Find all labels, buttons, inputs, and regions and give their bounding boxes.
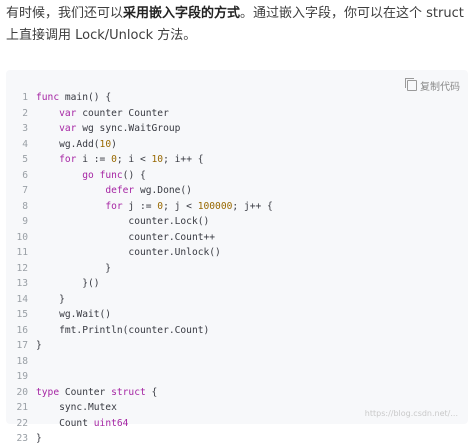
code-text: fmt.Println(counter.Count) (36, 324, 210, 336)
code-line: 4 wg.Add(10) (6, 137, 468, 153)
code-line: 14 } (6, 292, 468, 308)
line-number: 7 (22, 185, 28, 196)
code-line: 2 var counter Counter (6, 106, 468, 122)
line-number: 16 (16, 324, 28, 336)
code-line: 5 for i := 0; i < 10; i++ { (6, 152, 468, 168)
code-line: 23} (6, 431, 468, 447)
code-text: wg.Add(10) (36, 138, 117, 150)
code-line: 12 } (6, 261, 468, 277)
line-number: 4 (22, 138, 28, 150)
code-text: for i := 0; i < 10; i++ { (59, 154, 204, 165)
line-number: 11 (16, 247, 28, 258)
code-text: for j := 0; j < 100000; j++ { (105, 200, 273, 212)
line-number: 14 (16, 293, 28, 305)
intro-paragraph: 有时候，我们还可以采用嵌入字段的方式。通过嵌入字段，你可以在这个 struct … (6, 3, 468, 47)
code-text: } (36, 293, 65, 305)
code-line: 9 counter.Lock() (6, 214, 468, 230)
code-line: 11 counter.Unlock() (6, 245, 468, 261)
code-text: var wg sync.WaitGroup (59, 123, 181, 134)
line-number: 13 (16, 278, 28, 289)
line-number: 18 (16, 355, 28, 367)
line-number: 21 (16, 402, 28, 413)
line-number: 9 (22, 216, 28, 227)
code-line: 8 for j := 0; j < 100000; j++ { (6, 199, 468, 215)
code-line: 1 func main() { (6, 90, 468, 106)
code-line: 16 fmt.Println(counter.Count) (6, 323, 468, 339)
code-text: } (36, 262, 112, 274)
code-text: Count uint64 (36, 417, 129, 429)
watermark: https://blog.csdn.net/... (364, 409, 458, 418)
code-lines: 1 func main() {2 var counter Counter 3 var… (6, 90, 468, 447)
code-text: } (36, 340, 42, 351)
code-line: 13 }() (6, 276, 468, 292)
line-number: 15 (16, 309, 28, 320)
code-text: counter.Count++ (36, 231, 216, 243)
line-number: 23 (16, 433, 28, 444)
code-text: func main() { (36, 92, 112, 103)
code-text: sync.Mutex (36, 402, 117, 413)
line-number: 10 (16, 231, 28, 243)
line-number: 8 (22, 200, 28, 212)
intro-text-1: 有时候，我们还可以 (6, 6, 124, 21)
code-text: type Counter struct { (36, 386, 158, 398)
code-line: 15 wg.Wait() (6, 307, 468, 323)
code-text: defer wg.Done() (105, 185, 192, 196)
code-line: 7 defer wg.Done() (6, 183, 468, 199)
line-number: 2 (22, 107, 28, 119)
code-line: 18 (6, 354, 468, 370)
code-text: counter.Lock() (36, 216, 210, 227)
code-text: } (36, 433, 42, 444)
line-number: 6 (22, 169, 28, 181)
code-text: counter.Unlock() (36, 247, 221, 258)
code-line: 19 (6, 369, 468, 385)
code-text: go func() { (82, 169, 146, 181)
code-line: 20 type Counter struct { (6, 385, 468, 401)
code-line: 3 var wg sync.WaitGroup (6, 121, 468, 137)
line-number: 12 (16, 262, 28, 274)
line-number: 5 (22, 154, 28, 165)
code-line: 6 go func() { (6, 168, 468, 184)
code-text: var counter Counter (59, 107, 169, 119)
line-number: 1 (22, 92, 28, 103)
line-number: 19 (16, 371, 28, 382)
code-line: 17} (6, 338, 468, 354)
line-number: 3 (22, 123, 28, 134)
code-text: }() (36, 278, 100, 289)
intro-bold-text: 采用嵌入字段的方式 (123, 6, 241, 21)
code-block: 复制代码 1 func main() {2 var counter Counter… (6, 70, 468, 444)
line-number: 20 (16, 386, 28, 398)
line-number: 22 (16, 417, 28, 429)
line-number: 17 (16, 340, 28, 351)
code-line: 10 counter.Count++ (6, 230, 468, 246)
code-text: wg.Wait() (36, 309, 112, 320)
